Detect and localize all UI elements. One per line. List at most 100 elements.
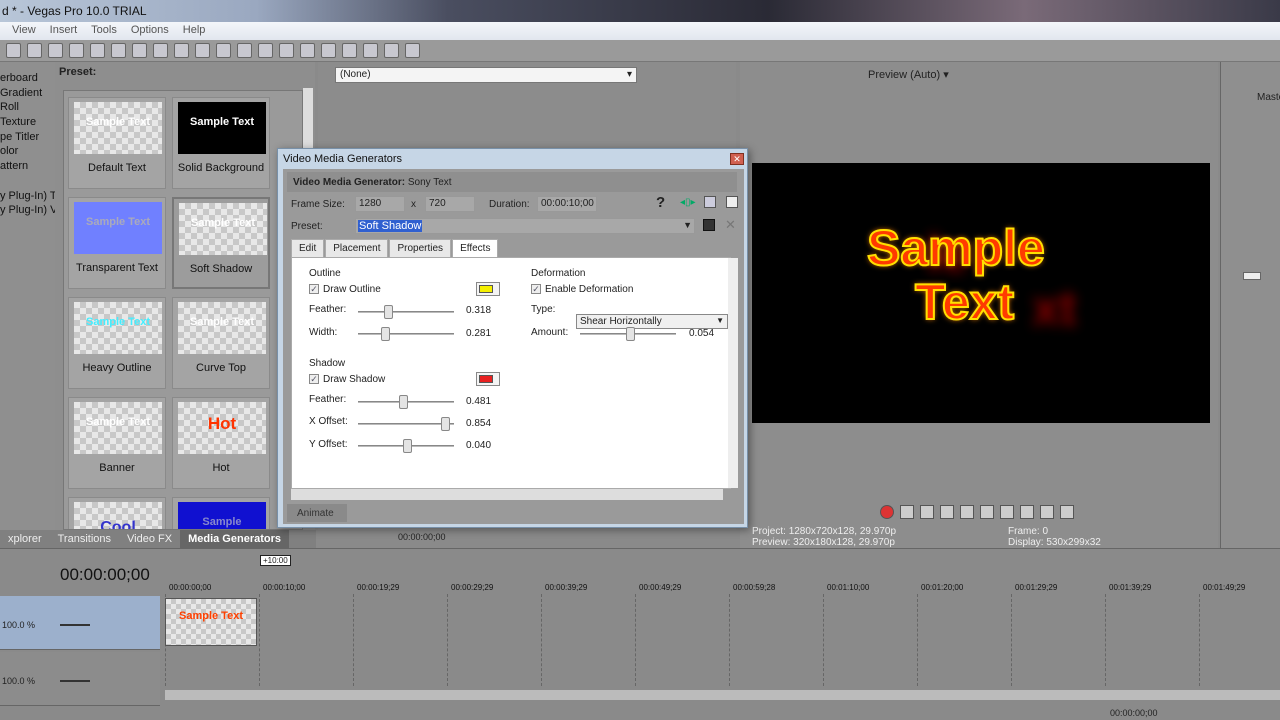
previous-frame-icon[interactable]: [1040, 505, 1054, 519]
close-icon[interactable]: ✕: [730, 153, 744, 165]
menu-help[interactable]: Help: [183, 24, 206, 40]
track-level-slider[interactable]: [60, 680, 90, 682]
list-item[interactable]: Texture: [0, 116, 55, 131]
tab-transitions[interactable]: Transitions: [50, 530, 119, 548]
play-icon[interactable]: [940, 505, 954, 519]
video-track-2[interactable]: 100.0 %: [0, 652, 160, 706]
list-item[interactable]: pe Titler: [0, 131, 55, 146]
menu-tools[interactable]: Tools: [91, 24, 117, 40]
outline-color-picker[interactable]: [476, 282, 500, 296]
animate-button[interactable]: Animate: [287, 504, 347, 522]
selection-tool-icon[interactable]: [342, 43, 357, 58]
brush-icon[interactable]: [384, 43, 399, 58]
list-item[interactable]: [0, 175, 55, 190]
tab-explorer[interactable]: xplorer: [0, 530, 50, 548]
tab-properties[interactable]: Properties: [389, 239, 452, 257]
go-to-end-icon[interactable]: [1020, 505, 1034, 519]
envelope-tool-icon[interactable]: [321, 43, 336, 58]
shadow-y-offset-value[interactable]: 0.040: [466, 440, 506, 451]
whats-this-help-icon[interactable]: [405, 43, 420, 58]
list-item[interactable]: Roll: [0, 101, 55, 116]
undo-icon[interactable]: [153, 43, 168, 58]
shadow-y-offset-slider[interactable]: [358, 439, 454, 453]
ripple-icon[interactable]: [237, 43, 252, 58]
deformation-amount-value[interactable]: 0.054: [689, 328, 729, 339]
print-icon[interactable]: [704, 196, 716, 208]
preset-cool[interactable]: Cool: [68, 497, 166, 529]
effects-vertical-scrollbar[interactable]: [728, 258, 738, 488]
save-preset-icon[interactable]: [703, 219, 715, 231]
preset-blue[interactable]: Sample: [172, 497, 270, 529]
list-item[interactable]: attern: [0, 160, 55, 175]
record-icon[interactable]: [880, 505, 894, 519]
frame-width-input[interactable]: 1280: [355, 196, 405, 212]
shadow-x-offset-value[interactable]: 0.854: [466, 418, 506, 429]
outline-width-slider[interactable]: [358, 327, 454, 341]
tab-media-generators[interactable]: Media Generators: [180, 530, 289, 548]
tab-placement[interactable]: Placement: [325, 239, 389, 257]
help-icon[interactable]: ?: [656, 194, 665, 211]
master-fader[interactable]: [1243, 272, 1261, 280]
sync-cursor-icon[interactable]: ◂▯▸: [680, 197, 696, 208]
menu-insert[interactable]: Insert: [50, 24, 78, 40]
save-icon[interactable]: [48, 43, 63, 58]
menu-options[interactable]: Options: [131, 24, 169, 40]
slider-thumb[interactable]: [399, 395, 408, 409]
delete-preset-icon[interactable]: ✕: [725, 217, 736, 233]
list-item[interactable]: erboard: [0, 72, 55, 87]
time-ruler[interactable]: 00:00:00;00 00:00:10;00 00:00:19;29 00:00:2…: [165, 580, 1280, 594]
select-icon[interactable]: [726, 196, 738, 208]
slider-thumb[interactable]: [403, 439, 412, 453]
trimmer-media-select[interactable]: (None) ▾: [335, 67, 637, 83]
preset-banner[interactable]: Sample Text Banner: [68, 397, 166, 489]
paste-icon[interactable]: [132, 43, 147, 58]
tab-edit[interactable]: Edit: [291, 239, 325, 257]
duration-input[interactable]: 00:00:10;00: [537, 196, 597, 212]
menu-view[interactable]: View: [12, 24, 36, 40]
slider-thumb[interactable]: [381, 327, 390, 341]
shadow-x-offset-slider[interactable]: [358, 417, 454, 431]
preset-dropdown[interactable]: Soft Shadow ▼: [355, 218, 695, 234]
outline-feather-slider[interactable]: [358, 305, 454, 319]
effects-horizontal-scrollbar[interactable]: [291, 489, 723, 500]
preset-transparent-text[interactable]: Sample Text Transparent Text: [68, 197, 166, 289]
properties-icon[interactable]: [69, 43, 84, 58]
preset-solid-background[interactable]: Sample Text Solid Background: [172, 97, 270, 189]
go-to-start-icon[interactable]: [1000, 505, 1014, 519]
preset-default-text[interactable]: Sample Text Default Text: [68, 97, 166, 189]
video-track-1[interactable]: 100.0 %: [0, 596, 160, 650]
timeline-clip[interactable]: Sample Text: [165, 598, 257, 646]
play-from-start-icon[interactable]: [920, 505, 934, 519]
preset-hot[interactable]: Hot Hot: [172, 397, 270, 489]
slider-thumb[interactable]: [626, 327, 635, 341]
redo-icon[interactable]: [174, 43, 189, 58]
tab-effects[interactable]: Effects: [452, 239, 499, 257]
zoom-tool-icon[interactable]: [363, 43, 378, 58]
track-level-slider[interactable]: [60, 624, 90, 626]
preset-heavy-outline[interactable]: Sample Text Heavy Outline: [68, 297, 166, 389]
outline-feather-value[interactable]: 0.318: [466, 305, 506, 316]
list-item[interactable]: Gradient: [0, 87, 55, 102]
normal-edit-tool-icon[interactable]: [300, 43, 315, 58]
new-icon[interactable]: [6, 43, 21, 58]
loop-icon[interactable]: [900, 505, 914, 519]
preset-soft-shadow[interactable]: Sample Text Soft Shadow: [172, 197, 270, 289]
copy-icon[interactable]: [111, 43, 126, 58]
enable-deformation-checkbox[interactable]: ✓: [531, 284, 541, 294]
list-item[interactable]: olor: [0, 145, 55, 160]
tab-video-fx[interactable]: Video FX: [119, 530, 180, 548]
lock-envelopes-icon[interactable]: [258, 43, 273, 58]
outline-width-value[interactable]: 0.281: [466, 328, 506, 339]
draw-outline-checkbox[interactable]: ✓: [309, 284, 319, 294]
slider-thumb[interactable]: [384, 305, 393, 319]
preview-quality-dropdown[interactable]: Preview (Auto) ▾: [868, 68, 949, 81]
deformation-amount-slider[interactable]: [580, 327, 676, 341]
pause-icon[interactable]: [960, 505, 974, 519]
open-icon[interactable]: [27, 43, 42, 58]
shadow-feather-slider[interactable]: [358, 395, 454, 409]
draw-shadow-checkbox[interactable]: ✓: [309, 374, 319, 384]
cut-icon[interactable]: [90, 43, 105, 58]
ignore-grouping-icon[interactable]: [279, 43, 294, 58]
auto-crossfade-icon[interactable]: [216, 43, 231, 58]
stop-icon[interactable]: [980, 505, 994, 519]
